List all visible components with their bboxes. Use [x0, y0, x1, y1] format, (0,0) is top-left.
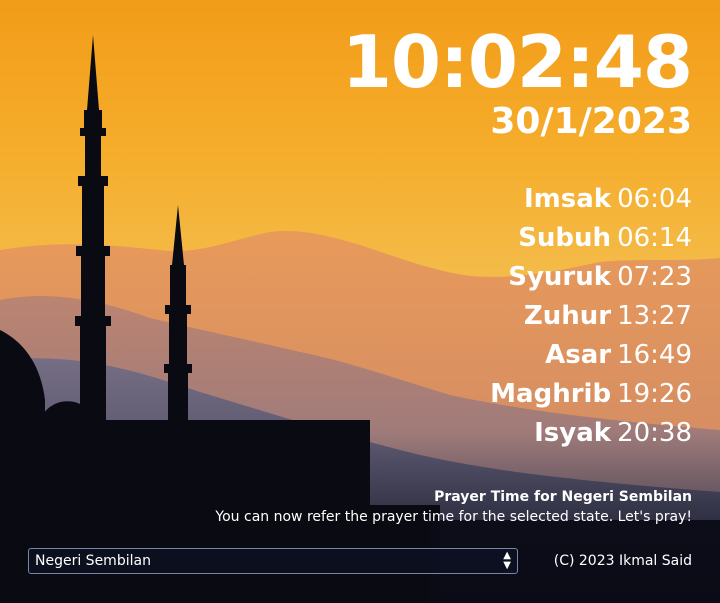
info-title: Prayer Time for Negeri Sembilan: [434, 489, 692, 505]
prayer-row-asar: Asar 16:49: [490, 336, 692, 375]
state-select-value: Negeri Sembilan: [35, 553, 151, 569]
prayer-row-imsak: Imsak 06:04: [490, 180, 692, 219]
info-description: You can now refer the prayer time for th…: [215, 509, 692, 525]
prayer-time: 16:49: [617, 340, 692, 370]
prayer-time: 06:04: [617, 184, 692, 214]
prayer-row-isyak: Isyak 20:38: [490, 414, 692, 453]
current-time: 10:02:48: [341, 20, 693, 104]
info-panel: Prayer Time for Negeri Sembilan You can …: [215, 487, 692, 527]
prayer-time: 07:23: [617, 262, 692, 292]
prayer-row-subuh: Subuh 06:14: [490, 219, 692, 258]
prayer-name: Asar: [545, 340, 612, 370]
prayer-name: Syuruk: [508, 262, 612, 292]
prayer-name: Maghrib: [490, 379, 612, 409]
prayer-row-zuhur: Zuhur 13:27: [490, 297, 692, 336]
current-date: 30/1/2023: [490, 101, 692, 142]
prayer-name: Imsak: [523, 184, 612, 214]
prayer-name: Subuh: [518, 223, 612, 253]
prayer-time: 19:26: [617, 379, 692, 409]
prayer-time: 13:27: [617, 301, 692, 331]
copyright-text: (C) 2023 Ikmal Said: [553, 553, 692, 569]
state-select[interactable]: Negeri Sembilan ▲ ▼: [28, 548, 518, 574]
prayer-name: Isyak: [534, 418, 612, 448]
footer: Negeri Sembilan ▲ ▼ (C) 2023 Ikmal Said: [28, 548, 692, 574]
prayer-time: 20:38: [617, 418, 692, 448]
clock-panel: 10:02:48 30/1/2023: [341, 20, 693, 142]
prayer-row-syuruk: Syuruk 07:23: [490, 258, 692, 297]
prayer-row-maghrib: Maghrib 19:26: [490, 375, 692, 414]
select-updown-icon: ▲ ▼: [503, 550, 511, 571]
prayer-times-list: Imsak 06:04 Subuh 06:14 Syuruk 07:23 Zuhur 1…: [490, 180, 692, 453]
prayer-time: 06:14: [617, 223, 692, 253]
prayer-name: Zuhur: [523, 301, 612, 331]
